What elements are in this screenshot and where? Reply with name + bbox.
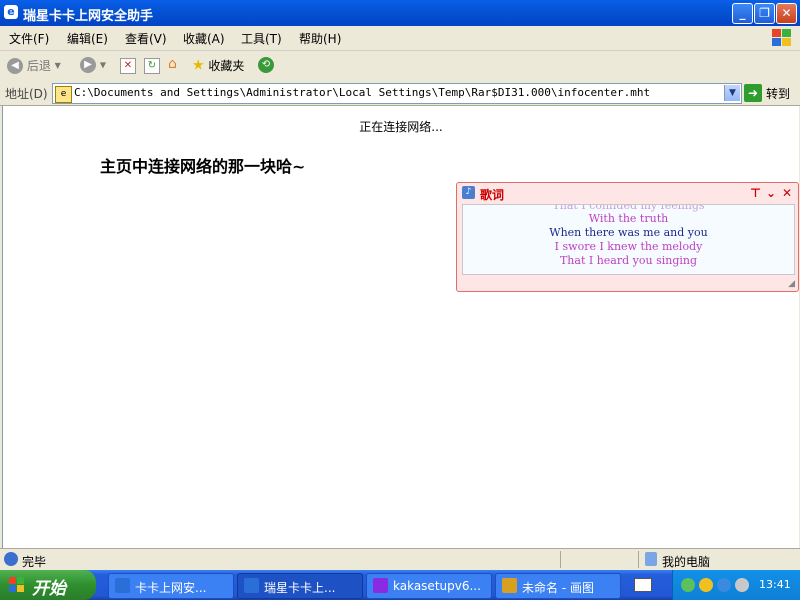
refresh-button[interactable]: ↻	[144, 57, 160, 75]
taskbar-label: 未命名 - 画图	[522, 581, 594, 595]
lyric-line: I swore I knew the melody	[554, 240, 703, 253]
page-content: 正在连接网络... 主页中连接网络的那一块哈~	[2, 106, 799, 548]
stop-button[interactable]: ✕	[120, 57, 136, 75]
window-title: 瑞星卡卡上网安全助手	[23, 9, 154, 24]
menu-bar: 文件(F) 编辑(E) 查看(V) 收藏(A) 工具(T) 帮助(H)	[0, 26, 800, 51]
close-lyrics-icon[interactable]: ✕	[782, 186, 792, 200]
maximize-button[interactable]: ❐	[754, 3, 775, 24]
home-button[interactable]: ⌂	[168, 57, 184, 75]
ie-task-icon	[115, 578, 130, 593]
lyric-line: That I confided my feelings	[552, 204, 705, 212]
lyric-line-current: When there was me and you	[549, 226, 708, 239]
forward-button[interactable]: ▶ ▼	[80, 57, 106, 75]
computer-zone-icon	[645, 552, 657, 566]
system-tray: 13:41	[672, 570, 800, 600]
menu-help[interactable]: 帮助(H)	[299, 30, 341, 47]
lyrics-title-bar[interactable]: ♪ 歌词 ⊤ ⌄ ✕	[457, 183, 798, 203]
history-button[interactable]: ⟲	[258, 57, 274, 75]
taskbar-button[interactable]: kakasetupv6...	[366, 573, 492, 599]
security-tray-icon[interactable]	[717, 578, 731, 592]
taskbar-button[interactable]: 卡卡上网安...	[108, 573, 234, 599]
forward-dropdown-icon[interactable]: ▼	[100, 61, 106, 70]
minimize-button[interactable]: _	[732, 3, 753, 24]
forward-arrow-icon: ▶	[80, 57, 96, 73]
connecting-text: 正在连接网络...	[359, 120, 443, 134]
favorites-button[interactable]: ★ 收藏夹	[192, 57, 244, 75]
volume-tray-icon[interactable]	[735, 578, 749, 592]
app-icon: e	[4, 5, 18, 19]
menu-file[interactable]: 文件(F)	[9, 30, 49, 47]
status-divider	[638, 551, 639, 568]
status-divider	[560, 551, 561, 568]
address-url[interactable]: C:\Documents and Settings\Administrator\…	[74, 86, 650, 99]
menu-view[interactable]: 查看(V)	[125, 30, 167, 47]
pin-icon[interactable]: ⊤	[750, 186, 761, 200]
network-tray-icon[interactable]	[681, 578, 695, 592]
taskbar-label: 瑞星卡卡上...	[264, 581, 336, 595]
toolbar: ◀ 后退 ▼ ▶ ▼ ✕ ↻ ⌂ ★ 收藏夹 ⟲	[0, 51, 800, 82]
address-label: 地址(D)	[5, 87, 48, 101]
status-text: 完毕	[22, 555, 47, 569]
clock: 13:41	[759, 578, 791, 591]
menu-tools[interactable]: 工具(T)	[241, 30, 282, 47]
qq-tray-icon[interactable]	[699, 578, 713, 592]
favorites-label: 收藏夹	[208, 59, 245, 73]
go-arrow-icon[interactable]: ➜	[744, 84, 762, 102]
lyrics-app-icon: ♪	[462, 186, 475, 199]
back-button[interactable]: ◀ 后退 ▼	[7, 57, 61, 75]
taskbar-button[interactable]: 未命名 - 画图	[495, 573, 621, 599]
menu-favorites[interactable]: 收藏(A)	[183, 30, 225, 47]
address-bar: 地址(D) e C:\Documents and Settings\Admini…	[0, 81, 800, 106]
address-input[interactable]: e C:\Documents and Settings\Administrato…	[52, 83, 742, 104]
page-icon: e	[55, 86, 72, 103]
star-icon: ★	[192, 57, 205, 74]
taskbar-label: 卡卡上网安...	[135, 581, 207, 595]
start-button[interactable]: 开始	[0, 570, 96, 600]
page-heading: 主页中连接网络的那一块哈~	[100, 157, 306, 176]
history-icon: ⟲	[258, 57, 274, 73]
taskbar: 开始 卡卡上网安... 瑞星卡卡上... kakasetupv6... 未命名 …	[0, 570, 800, 600]
lyrics-window[interactable]: ♪ 歌词 ⊤ ⌄ ✕ That I confided my feelings W…	[456, 182, 799, 292]
paint-task-icon	[502, 578, 517, 593]
windows-logo-icon	[766, 27, 794, 49]
status-ie-icon	[4, 552, 18, 566]
lyrics-body: That I confided my feelings With the tru…	[462, 204, 795, 275]
address-dropdown-icon[interactable]: ▼	[724, 85, 740, 101]
back-label: 后退	[26, 59, 51, 73]
security-zone: 我的电脑	[662, 555, 711, 569]
menu-edit[interactable]: 编辑(E)	[67, 30, 108, 47]
lyric-line: With the truth	[588, 212, 669, 225]
back-dropdown-icon[interactable]: ▼	[55, 61, 61, 70]
status-bar: 完毕 我的电脑	[0, 548, 800, 571]
stop-icon: ✕	[120, 58, 136, 74]
archive-task-icon	[373, 578, 388, 593]
back-arrow-icon: ◀	[7, 57, 23, 74]
taskbar-label: kakasetupv6...	[393, 579, 481, 593]
start-label: 开始	[32, 579, 66, 599]
title-bar[interactable]: e 瑞星卡卡上网安全助手 _ ❐ ✕	[0, 0, 800, 26]
lyrics-title: 歌词	[480, 188, 505, 202]
ie-task-icon	[244, 578, 259, 593]
refresh-icon: ↻	[144, 58, 160, 74]
lyric-line: That I heard you singing	[559, 254, 698, 267]
keyboard-icon[interactable]	[634, 578, 652, 592]
windows-flag-icon	[9, 577, 25, 593]
taskbar-button-active[interactable]: 瑞星卡卡上...	[237, 573, 363, 599]
home-icon: ⌂	[168, 56, 177, 72]
go-button[interactable]: 转到	[766, 85, 790, 102]
minimize-lyrics-icon[interactable]: ⌄	[766, 186, 776, 200]
close-button[interactable]: ✕	[776, 3, 797, 24]
resize-grip-icon[interactable]: ◢	[788, 279, 795, 289]
